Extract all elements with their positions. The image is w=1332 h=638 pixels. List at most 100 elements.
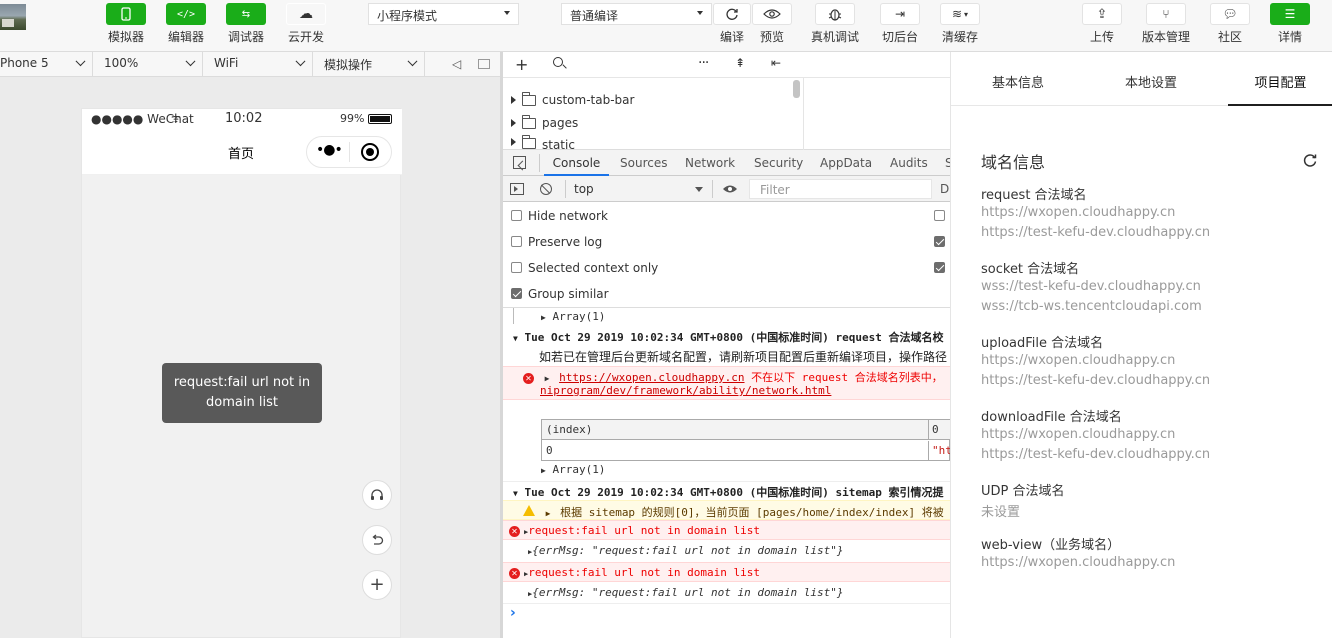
chevron-down-icon — [697, 11, 703, 15]
console-error-entry[interactable]: ✕ ▶request:fail url not in domain list — [503, 520, 950, 540]
layers-icon: ≋ — [951, 7, 963, 21]
editor-toggle-button[interactable]: </> — [166, 3, 206, 25]
option-hide-network[interactable]: Hide network — [503, 204, 950, 230]
speaker-icon[interactable]: ◁ — [452, 57, 461, 71]
devtools-panel: Console Sources Network Security AppData… — [503, 150, 950, 638]
console-group-header[interactable]: ▼ Tue Oct 29 2019 10:02:34 GMT+0800 (中国标… — [503, 481, 950, 499]
console-log-entry[interactable]: ▶ Array(1) — [503, 308, 950, 326]
tab-project-config[interactable]: 项目配置 — [1228, 52, 1332, 106]
selected-context-checkbox[interactable] — [511, 262, 522, 273]
console-warning-entry[interactable]: ▶ 根据 sitemap 的规则[0]，当前页面 [pages/home/ind… — [503, 500, 950, 520]
right-option-checkbox[interactable] — [934, 210, 945, 221]
option-label: Hide network — [528, 209, 608, 223]
more-icon[interactable]: •●• — [316, 142, 343, 158]
headset-icon[interactable] — [362, 480, 392, 510]
log-text: Array(1) — [552, 310, 606, 323]
console-group-header[interactable]: ▼ Tue Oct 29 2019 10:02:34 GMT+0800 (中国标… — [503, 327, 950, 345]
tab-security[interactable]: Security — [754, 150, 803, 176]
right-option-checkbox[interactable] — [934, 262, 945, 273]
device-select[interactable]: Phone 5 — [0, 52, 93, 76]
compile-button[interactable] — [713, 3, 751, 25]
eye-icon[interactable] — [722, 184, 738, 194]
right-option-checkbox[interactable] — [934, 236, 945, 247]
cloud-dev-button[interactable]: ☁ — [286, 3, 326, 25]
console-filter-input[interactable]: Filter — [749, 179, 932, 199]
tab-network[interactable]: Network — [685, 150, 735, 176]
mode-select[interactable]: 小程序模式 — [368, 3, 519, 25]
search-icon[interactable] — [553, 57, 567, 69]
folder-icon — [522, 135, 536, 149]
menu-icon: ☰ — [1284, 7, 1296, 21]
option-preserve-log[interactable]: Preserve log — [503, 230, 950, 256]
phone-status-bar: ●●●●● WeChat ᯤ 10:02 99% — [82, 109, 402, 129]
option-label: Selected context only — [528, 261, 659, 275]
option-selected-context[interactable]: Selected context only — [503, 256, 950, 282]
tab-appdata[interactable]: AppData — [820, 150, 872, 176]
preview-button[interactable] — [752, 3, 792, 25]
remote-debug-button[interactable] — [815, 3, 855, 25]
folder-pages[interactable]: pages — [511, 112, 578, 134]
background-label: 切后台 — [881, 30, 918, 44]
refresh-icon[interactable] — [1302, 152, 1318, 168]
context-select-value[interactable]: top — [574, 182, 594, 196]
upload-file-domain-value: https://test-kefu-dev.cloudhappy.cn — [981, 373, 1211, 388]
console-log-entry[interactable]: ▶{errMsg: "request:fail url not in domai… — [503, 541, 950, 561]
simulate-operation-select[interactable]: 模拟操作 — [313, 52, 425, 76]
dock-icon[interactable]: ⇤ — [771, 56, 781, 70]
folder-custom-tab-bar[interactable]: custom-tab-bar — [511, 89, 634, 111]
collapse-icon[interactable]: ⇞ — [735, 56, 745, 70]
tab-sources[interactable]: Sources — [620, 150, 667, 176]
cloud-icon: ☁ — [299, 6, 313, 22]
phone-screen[interactable]: ●●●●● WeChat ᯤ 10:02 99% 首页 •●• request:… — [81, 108, 402, 638]
add-file-icon[interactable]: + — [515, 55, 528, 74]
inspect-element-icon[interactable] — [513, 156, 528, 171]
undo-icon[interactable] — [362, 525, 392, 555]
clear-console-icon[interactable] — [540, 183, 552, 195]
upload-file-domain-title: uploadFile 合法域名 — [981, 336, 1104, 351]
console-prompt[interactable]: › — [503, 603, 950, 638]
user-avatar[interactable] — [0, 4, 26, 30]
console-log-entry[interactable]: ▶ Array(1) — [503, 461, 950, 479]
tab-basic-info[interactable]: 基本信息 — [956, 52, 1080, 106]
more-options-icon[interactable]: ··· — [698, 55, 709, 71]
filter-divider — [712, 180, 713, 198]
expand-arrow-icon: ▶ — [545, 509, 551, 518]
upload-button[interactable]: ⇪ — [1082, 3, 1122, 25]
console-log-entry[interactable]: ▶{errMsg: "request:fail url not in domai… — [503, 583, 950, 603]
log-text: Array(1) — [552, 463, 606, 476]
preserve-log-checkbox[interactable] — [511, 236, 522, 247]
simulator-toggle-button[interactable] — [106, 3, 146, 25]
tab-local-settings[interactable]: 本地设置 — [1089, 52, 1213, 106]
background-button[interactable]: ⇥ — [880, 3, 920, 25]
clear-cache-button[interactable]: ≋ ▾ — [940, 3, 980, 25]
warning-icon — [523, 505, 535, 516]
scrollbar-thumb[interactable] — [793, 80, 800, 98]
doc-link[interactable]: niprogram/dev/framework/ability/network.… — [540, 384, 831, 397]
option-group-similar[interactable]: Group similar — [503, 282, 950, 308]
chevron-down-icon[interactable] — [695, 187, 703, 192]
network-select[interactable]: WiFi — [203, 52, 313, 76]
close-mini-program-icon[interactable] — [361, 143, 379, 161]
cloud-upload-icon: ⇪ — [1096, 6, 1108, 22]
group-similar-checkbox[interactable] — [511, 288, 522, 299]
sidebar-toggle-icon[interactable] — [510, 183, 524, 195]
debugger-toggle-button[interactable]: ⇆ — [226, 3, 266, 25]
option-label: Preserve log — [528, 235, 603, 249]
community-button[interactable]: 💬︎ — [1210, 3, 1250, 25]
tab-console[interactable]: Console — [544, 150, 609, 176]
compile-mode-select[interactable]: 普通编译 — [561, 3, 712, 25]
default-levels-select[interactable]: D — [940, 182, 949, 196]
details-tabs: 基本信息 本地设置 项目配置 — [951, 52, 1332, 106]
error-link[interactable]: https://wxopen.cloudhappy.cn — [559, 371, 744, 384]
details-button[interactable]: ☰ — [1270, 3, 1310, 25]
console-error-entry[interactable]: ✕ ▶request:fail url not in domain list — [503, 562, 950, 582]
tab-audits[interactable]: Audits — [890, 150, 928, 176]
hide-network-checkbox[interactable] — [511, 210, 522, 221]
version-manage-button[interactable]: ⑂ — [1146, 3, 1186, 25]
simulator-label: 模拟器 — [107, 30, 144, 44]
zoom-select[interactable]: 100% — [93, 52, 203, 76]
console-error-entry[interactable]: ✕ ▶ https://wxopen.cloudhappy.cn 不在以下 re… — [503, 366, 950, 400]
folder-static[interactable]: static — [511, 135, 575, 150]
window-icon[interactable] — [478, 59, 490, 69]
add-icon[interactable]: + — [362, 570, 392, 600]
